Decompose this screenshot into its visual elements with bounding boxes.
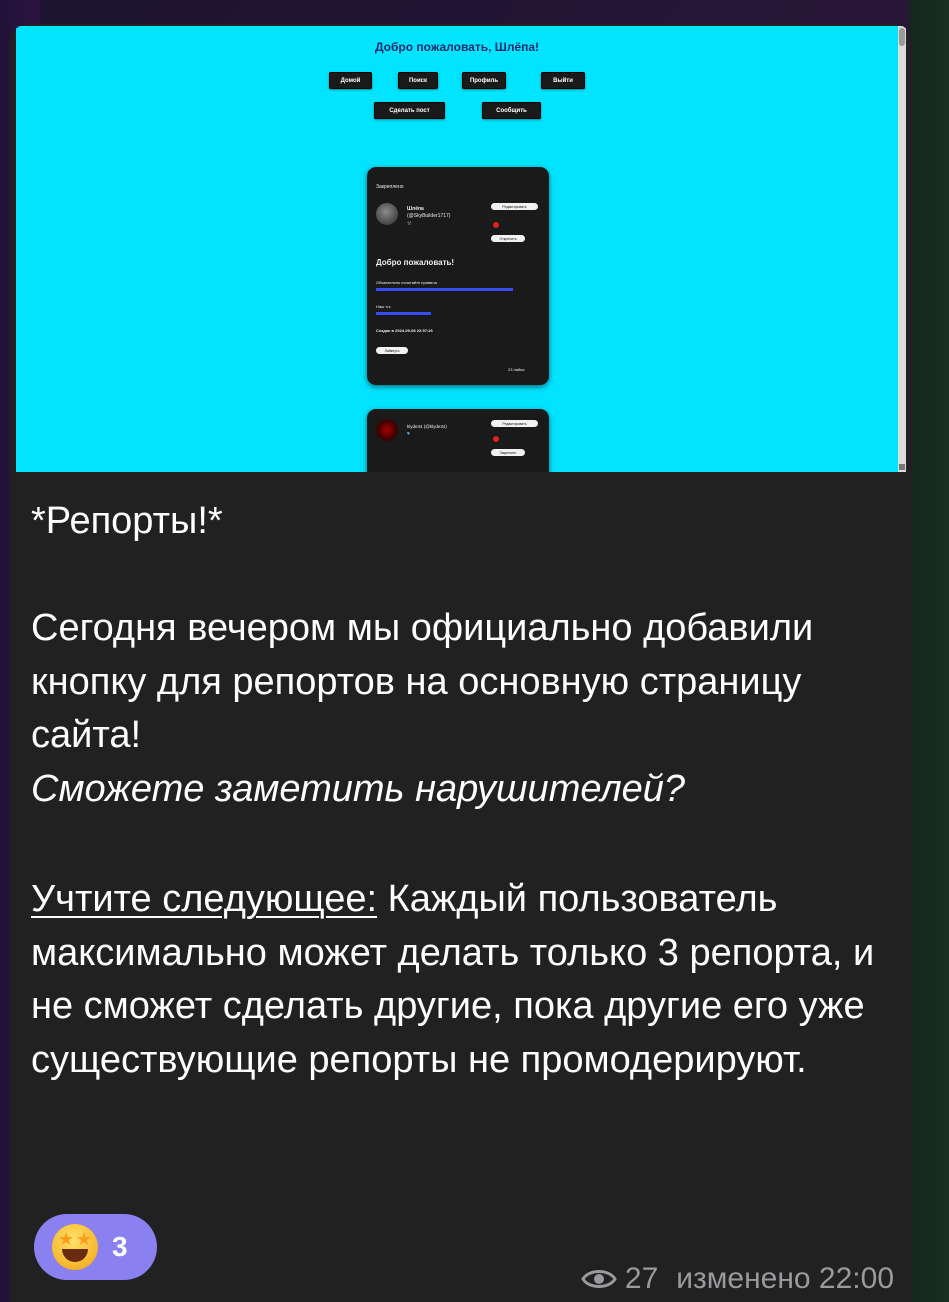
message-paragraph: Сегодня вечером мы официально добавили к… — [31, 607, 814, 756]
tg-link — [376, 312, 431, 315]
tg-label: Наш тгк — [376, 304, 391, 309]
edit-pill: Редактировать — [491, 420, 538, 427]
site-second-post: klyde34 (@klyde34) ♥ Редактировать Закре… — [367, 409, 549, 472]
author-avatar — [376, 203, 398, 225]
like-pill: Лайкнуть — [376, 347, 408, 354]
site-report-button: Сообщить — [482, 102, 541, 119]
views-eye-icon — [581, 1270, 617, 1288]
site-welcome-title: Добро пожаловать, Шлёпа! — [374, 40, 540, 54]
rules-link — [376, 288, 513, 291]
pin-pill: Закрепить — [491, 449, 525, 456]
scroll-down-arrow — [899, 464, 905, 470]
author-line: klyde34 (@klyde34) — [407, 424, 447, 429]
star-eye-icon: ★ — [76, 1229, 93, 1249]
author-name: Шлёпа — [407, 206, 424, 212]
likes-count: 23 лайка — [508, 367, 525, 372]
edit-pill: Редактировать — [491, 203, 538, 210]
attached-screenshot[interactable]: Добро пожаловать, Шлёпа! Домой Поиск Про… — [16, 26, 906, 472]
channel-message: Добро пожаловать, Шлёпа! Домой Поиск Про… — [10, 24, 912, 1302]
post-title: Добро пожаловать! — [376, 258, 455, 267]
emoji-mouth — [62, 1249, 88, 1262]
author-avatar — [376, 419, 398, 441]
verified-icon: ♥ — [407, 431, 410, 437]
screenshot-scrollbar — [898, 26, 906, 472]
site-pinned-post: Закреплено Шлёпа (@SkyBuilder1717) ⚒ Ред… — [367, 167, 549, 385]
author-handle: (@SkyBuilder1717) — [407, 213, 451, 219]
reaction-chip[interactable]: ★ ★ 3 — [34, 1214, 157, 1280]
site-nav-profile: Профиль — [462, 72, 506, 89]
views-count: 27 — [624, 1262, 659, 1295]
delete-dot-icon — [493, 222, 499, 228]
site-nav-logout: Выйти — [541, 72, 585, 89]
note-label: Учтите следующее: — [31, 878, 378, 920]
star-eye-icon: ★ — [58, 1229, 75, 1249]
message-question: Сможете заметить нарушителей? — [31, 767, 686, 810]
reaction-count: 3 — [112, 1231, 128, 1262]
star-struck-emoji-icon: ★ ★ — [52, 1224, 98, 1270]
message-meta: 27 изменено 22:00 — [581, 1262, 894, 1296]
background-right — [909, 0, 949, 1302]
message-note: Учтите следующее: Каждый пользователь ма… — [31, 873, 901, 1087]
site-make-post-button: Сделать пост — [374, 102, 445, 119]
edited-time: изменено 22:00 — [676, 1262, 894, 1295]
unpin-pill: Открепить — [491, 235, 525, 242]
message-body: Сегодня вечером мы официально добавили к… — [31, 602, 901, 816]
created-line: Создан в 2024-09-08 22:57:26 — [376, 328, 433, 333]
crossed-tools-icon: ⚒ — [407, 221, 412, 227]
scrollbar-thumb — [899, 28, 905, 46]
pinned-label: Закреплено — [376, 184, 404, 190]
site-nav-home: Домой — [329, 72, 372, 89]
delete-dot-icon — [493, 436, 499, 442]
message-heading: *Репорты!* — [31, 500, 223, 542]
rules-line: Обязательно почитайте правила — [376, 280, 437, 285]
site-nav-search: Поиск — [398, 72, 438, 89]
